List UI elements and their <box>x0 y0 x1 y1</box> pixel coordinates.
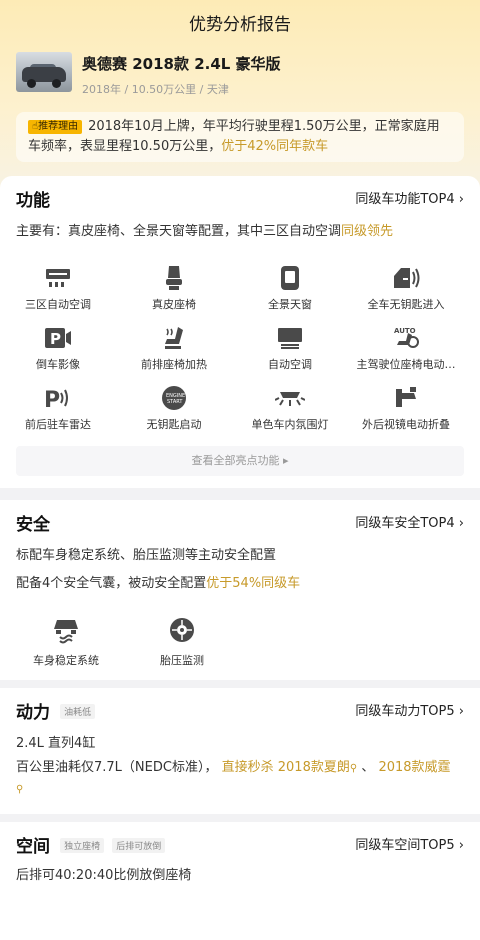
seat-heating-icon <box>116 324 232 352</box>
chevron-right-icon: › <box>458 516 464 531</box>
auto-ac-icon <box>232 324 348 352</box>
svg-text:AUTO: AUTO <box>394 327 416 335</box>
start-button-icon: ENGINE START <box>116 384 232 412</box>
tire-pressure-icon <box>124 614 240 646</box>
power-section: 动力 油耗低 同级车动力TOP5 › 2.4L 直列4缸 百公里油耗仅7.7L（… <box>0 688 480 814</box>
feature-item[interactable]: 自动空调 <box>232 324 348 384</box>
feature-item[interactable]: 胎压监测 <box>124 614 240 668</box>
reason-highlight: 优于42%同年款车 <box>221 139 329 154</box>
safety-grid: 车身稳定系统 胎压监测 <box>8 614 240 668</box>
function-desc: 主要有：真皮座椅、全景天窗等配置，其中三区自动空调同级领先 <box>16 224 394 239</box>
svg-text:P: P <box>50 330 61 348</box>
chevron-right-icon: › <box>458 704 464 719</box>
view-all-features-button[interactable]: 查看全部亮点功能 ▸ <box>16 446 464 476</box>
leather-seat-icon <box>116 264 232 292</box>
parking-radar-icon: P <box>0 384 116 412</box>
chevron-right-icon: › <box>458 838 464 853</box>
feature-item[interactable]: 真皮座椅 <box>116 264 232 324</box>
search-icon: ⚲ <box>16 784 24 795</box>
feature-item[interactable]: 单色车内氛围灯 <box>232 384 348 444</box>
engine-desc: 2.4L 直列4缸 <box>16 736 96 751</box>
feature-item[interactable]: 全车无钥匙进入 <box>348 264 464 324</box>
panoramic-sunroof-icon <box>232 264 348 292</box>
car-name: 奥德赛 2018款 2.4L 豪华版 <box>82 55 281 73</box>
rival-link-2[interactable]: 2018款威霆 <box>378 760 450 775</box>
car-summary[interactable]: 奥德赛 2018款 2.4L 豪华版 2018年 / 10.50万公里 / 天津 <box>16 52 281 97</box>
feature-item[interactable]: AUTO 主驾驶位座椅电动… <box>348 324 464 384</box>
page-title: 优势分析报告 <box>189 15 291 35</box>
ambient-light-icon <box>232 384 348 412</box>
feature-item[interactable]: 前排座椅加热 <box>116 324 232 384</box>
space-rank-link[interactable]: 同级车空间TOP5 › <box>355 834 464 853</box>
space-pill: 后排可放倒 <box>112 838 166 853</box>
safety-title: 安全 <box>16 515 50 535</box>
rival-link-1[interactable]: 2018款夏朗⚲ <box>278 760 357 775</box>
stability-control-icon <box>8 614 124 646</box>
car-thumbnail[interactable] <box>16 52 72 92</box>
function-rank-link[interactable]: 同级车功能TOP4 › <box>355 188 464 207</box>
power-rank-link[interactable]: 同级车动力TOP5 › <box>355 700 464 719</box>
climate-control-icon <box>0 264 116 292</box>
function-section: 功能 同级车功能TOP4 › 主要有：真皮座椅、全景天窗等配置，其中三区自动空调… <box>0 176 480 488</box>
power-seat-icon: AUTO <box>348 324 464 352</box>
feature-item[interactable]: P 前后驻车雷达 <box>0 384 116 444</box>
function-grid: 三区自动空调 真皮座椅 全景天窗 全车无钥匙进入 P 倒车影像 前排座椅加热 自… <box>0 264 480 444</box>
power-title: 动力 <box>16 703 50 723</box>
recommend-reason: ☝推荐理由 2018年10月上牌，年平均行驶里程1.50万公里，正常家庭用车频率… <box>16 112 464 162</box>
car-meta: 2018年 / 10.50万公里 / 天津 <box>82 83 229 96</box>
chevron-right-icon: › <box>458 192 464 207</box>
safety-desc-2: 配备4个安全气囊，被动安全配置优于54%同级车 <box>16 576 301 591</box>
keyless-entry-icon <box>348 264 464 292</box>
safety-rank-link[interactable]: 同级车安全TOP4 › <box>355 512 464 531</box>
recommend-tag: ☝推荐理由 <box>28 120 83 134</box>
safety-section: 安全 同级车安全TOP4 › 标配车身稳定系统、胎压监测等主动安全配置 配备4个… <box>0 500 480 680</box>
power-pill: 油耗低 <box>60 704 96 719</box>
feature-item[interactable]: 三区自动空调 <box>0 264 116 324</box>
feature-item[interactable]: 全景天窗 <box>232 264 348 324</box>
function-title: 功能 <box>16 191 50 211</box>
svg-text:START: START <box>167 399 183 405</box>
parking-camera-icon: P <box>0 324 116 352</box>
kill-text: 直接秒杀 <box>221 760 274 775</box>
space-section: 空间 独立座椅 后排可放倒 同级车空间TOP5 › 后排可40:20:40比例放… <box>0 822 480 940</box>
safety-desc-1: 标配车身稳定系统、胎压监测等主动安全配置 <box>16 548 277 563</box>
feature-item[interactable]: 车身稳定系统 <box>8 614 124 668</box>
feature-item[interactable]: ENGINE START 无钥匙启动 <box>116 384 232 444</box>
svg-text:P: P <box>44 388 60 411</box>
consumption-desc: 百公里油耗仅7.7L（NEDC标准）， 直接秒杀 2018款夏朗⚲ 、 2018… <box>16 760 451 795</box>
feature-item[interactable]: 外后视镜电动折叠 <box>348 384 464 444</box>
mirror-fold-icon <box>348 384 464 412</box>
feature-item[interactable]: P 倒车影像 <box>0 324 116 384</box>
search-icon: ⚲ <box>349 763 358 774</box>
space-title: 空间 <box>16 837 50 857</box>
space-desc: 后排可40:20:40比例放倒座椅 <box>16 868 192 883</box>
space-pill: 独立座椅 <box>60 838 105 853</box>
